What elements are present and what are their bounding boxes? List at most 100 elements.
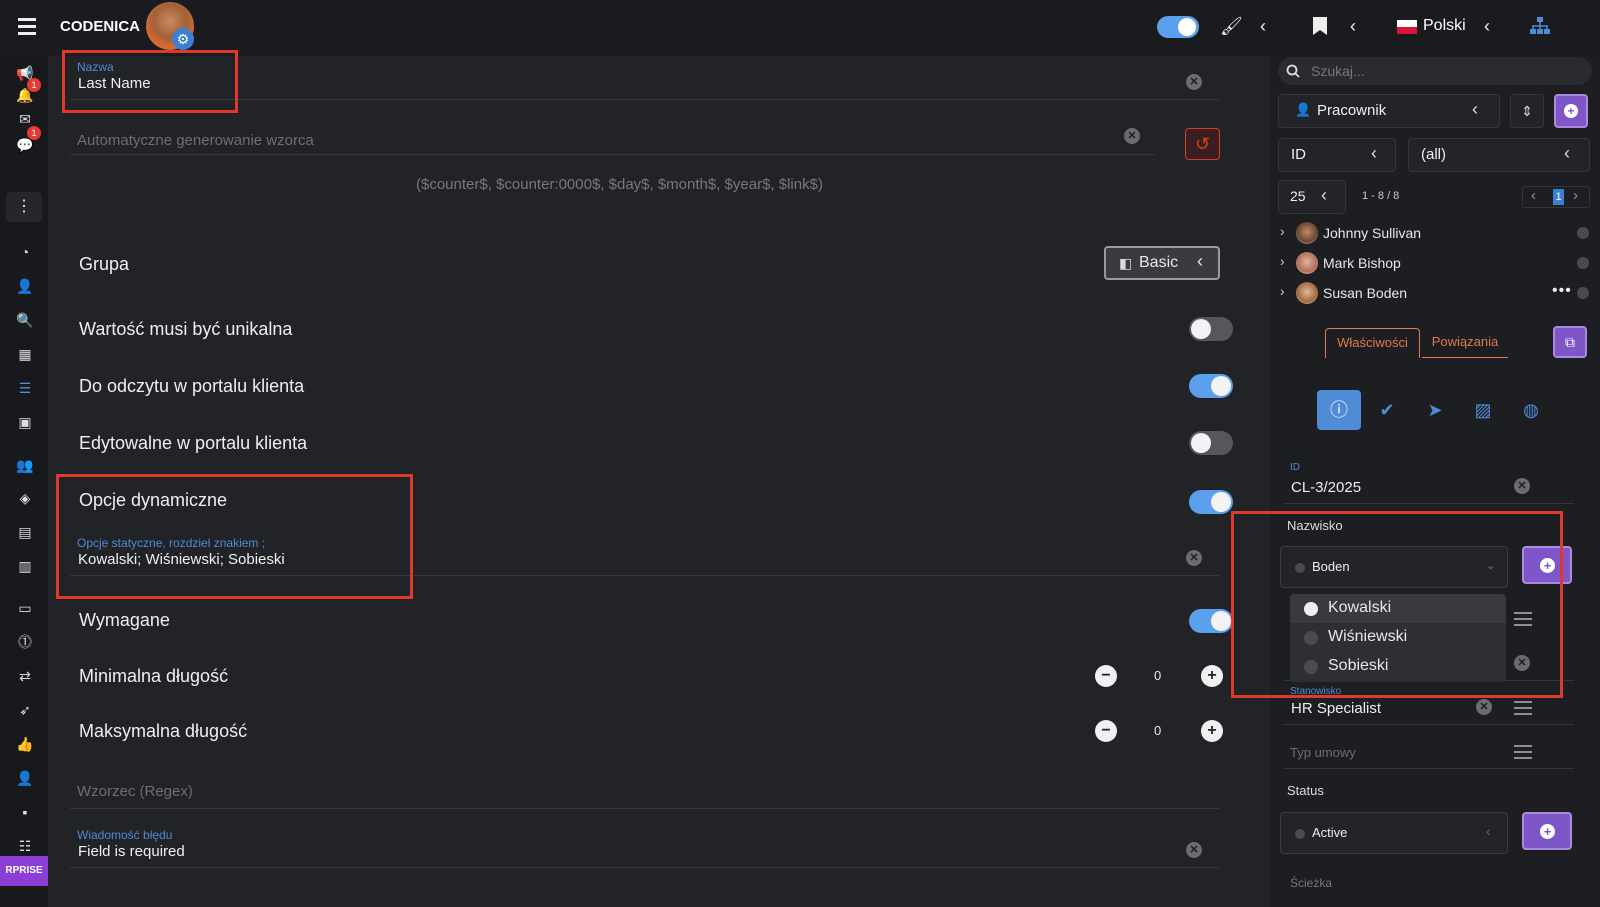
sort-button[interactable]: ⇕ [1510, 94, 1544, 128]
auto-pattern-input[interactable]: Automatyczne generowanie wzorca [77, 132, 314, 149]
exchange-icon[interactable]: ⇄ [16, 667, 34, 685]
more-vertical-button[interactable]: ⋮ [6, 192, 42, 222]
chevron-right-icon[interactable]: › [1280, 283, 1285, 299]
more-horizontal-icon[interactable]: ••• [1552, 282, 1572, 300]
contract-type-input[interactable]: Typ umowy [1290, 745, 1356, 760]
database-icon[interactable]: ☰ [16, 379, 34, 397]
notifications-badge: 1 [27, 78, 41, 92]
status-select[interactable]: Active ‹ [1280, 812, 1508, 854]
copy-button[interactable]: ⧉ [1553, 326, 1587, 358]
pagination: ‹ 1 › [1522, 186, 1590, 208]
list-item[interactable]: › Johnny Sullivan [1270, 218, 1600, 248]
min-length-label: Minimalna długość [79, 666, 229, 686]
layers-icon: ◧ [1119, 255, 1133, 271]
settings-gear-icon[interactable]: ⚙ [172, 28, 194, 50]
regex-input[interactable]: Wzorzec (Regex) [77, 783, 193, 800]
calculator-icon[interactable]: ▥ [16, 557, 34, 575]
paint-brush-icon[interactable]: 🖌 [1220, 16, 1243, 38]
add-record-button[interactable]: + [1554, 94, 1588, 128]
image-icon[interactable]: ▨ [1461, 390, 1505, 430]
path-label: Ścieżka [1290, 876, 1333, 890]
clear-name-icon[interactable]: ✕ [1186, 74, 1202, 90]
list-icon[interactable] [1514, 701, 1532, 715]
required-toggle[interactable] [1189, 609, 1233, 633]
record-panel: Szukaj... 👤 Pracownik ‹ ⇕ + ID ‹ (all) ‹… [1231, 56, 1600, 907]
sitemap-icon[interactable] [1530, 17, 1550, 35]
person-name: Susan Boden [1323, 285, 1408, 301]
info-icon[interactable]: ⓘ [1317, 390, 1361, 430]
prev-page-icon[interactable]: ‹ [1531, 187, 1536, 204]
hamburger-menu-icon[interactable] [18, 18, 36, 35]
field-select[interactable]: ID ‹ [1278, 138, 1396, 172]
ticket-icon[interactable]: ▭ [16, 599, 34, 617]
theme-toggle[interactable] [1157, 16, 1199, 38]
min-increment-button[interactable]: + [1201, 665, 1223, 687]
search-icon[interactable]: 🔍 [16, 311, 34, 329]
max-decrement-button[interactable]: − [1095, 720, 1117, 742]
next-page-icon[interactable]: › [1573, 187, 1578, 204]
chevron-right-icon[interactable]: › [1280, 253, 1285, 269]
id-label: ID [1290, 462, 1300, 473]
brand-name[interactable]: CODENICA [60, 18, 140, 35]
user-icon[interactable]: 👤 [16, 277, 34, 295]
clear-static-options-icon[interactable]: ✕ [1186, 550, 1202, 566]
position-input[interactable]: HR Specialist [1291, 700, 1381, 717]
unique-toggle[interactable] [1189, 317, 1233, 341]
rocket-icon[interactable]: ➶ [16, 701, 34, 719]
list-item[interactable]: › Susan Boden ••• [1270, 278, 1600, 308]
chevron-left-icon: ‹ [1371, 143, 1377, 163]
clear-id-icon[interactable]: ✕ [1514, 478, 1530, 494]
divider [1284, 503, 1574, 504]
list-check-icon[interactable]: ☷ [16, 837, 34, 855]
status-dot [1577, 287, 1589, 299]
chevron-left-icon[interactable]: ‹ [1484, 16, 1490, 37]
dashboard-icon[interactable]: ◔ [16, 243, 34, 261]
group-select[interactable]: ◧ Basic ‹ [1104, 246, 1220, 280]
id-input[interactable]: CL-3/2025 [1291, 479, 1361, 496]
thumbs-up-icon[interactable]: 👍 [16, 735, 34, 753]
globe-icon[interactable]: ◍ [1509, 390, 1553, 430]
max-length-value[interactable]: 0 [1154, 723, 1161, 738]
checkmarks-icon[interactable]: ✔ [1365, 390, 1409, 430]
min-length-value[interactable]: 0 [1154, 668, 1161, 683]
editable-portal-toggle[interactable] [1189, 431, 1233, 455]
add-status-button[interactable]: + [1522, 812, 1572, 850]
cubes-icon[interactable]: ◈ [16, 489, 34, 507]
page-size-select[interactable]: 25 ‹ [1278, 180, 1346, 214]
search-input[interactable]: Szukaj... [1311, 63, 1365, 79]
chevron-left-icon: ‹ [1564, 143, 1570, 163]
search-icon [1286, 64, 1300, 78]
list-item[interactable]: › Mark Bishop [1270, 248, 1600, 278]
file-icon[interactable]: ▤ [16, 523, 34, 541]
clear-position-icon[interactable]: ✕ [1476, 699, 1492, 715]
alert-icon[interactable]: ⓵ [16, 633, 34, 651]
bookmark-icon[interactable] [1312, 16, 1328, 36]
pattern-hint: ($counter$, $counter:0000$, $day$, $mont… [416, 176, 823, 193]
search-box[interactable]: Szukaj... [1278, 57, 1592, 85]
tab-properties[interactable]: Właściwości [1325, 328, 1420, 358]
calendar-icon[interactable]: ▦ [16, 345, 34, 363]
enterprise-badge: RPRISE [0, 856, 48, 886]
min-decrement-button[interactable]: − [1095, 665, 1117, 687]
chevron-left-icon[interactable]: ‹ [1260, 16, 1266, 37]
filter-select[interactable]: (all) ‹ [1408, 138, 1590, 172]
inbox-icon[interactable]: ▣ [16, 413, 34, 431]
note-icon[interactable]: ▪ [16, 803, 34, 821]
user-check-icon[interactable]: 👤 [16, 769, 34, 787]
entity-select[interactable]: 👤 Pracownik ‹ [1278, 94, 1500, 128]
clear-error-msg-icon[interactable]: ✕ [1186, 842, 1202, 858]
reset-pattern-button[interactable]: ↺ [1185, 128, 1220, 160]
send-icon[interactable]: ➤ [1413, 390, 1457, 430]
tab-relations[interactable]: Powiązania [1422, 328, 1508, 358]
dynamic-options-toggle[interactable] [1189, 490, 1233, 514]
chevron-right-icon[interactable]: › [1280, 223, 1285, 239]
error-msg-input[interactable]: Field is required [78, 843, 185, 860]
chevron-left-icon[interactable]: ‹ [1350, 16, 1356, 37]
readonly-portal-toggle[interactable] [1189, 374, 1233, 398]
clear-pattern-icon[interactable]: ✕ [1124, 128, 1140, 144]
users-icon[interactable]: 👥 [16, 456, 34, 474]
max-increment-button[interactable]: + [1201, 720, 1223, 742]
list-icon[interactable] [1514, 745, 1532, 759]
current-page[interactable]: 1 [1553, 189, 1564, 205]
language-selector[interactable]: Polski [1423, 17, 1466, 35]
